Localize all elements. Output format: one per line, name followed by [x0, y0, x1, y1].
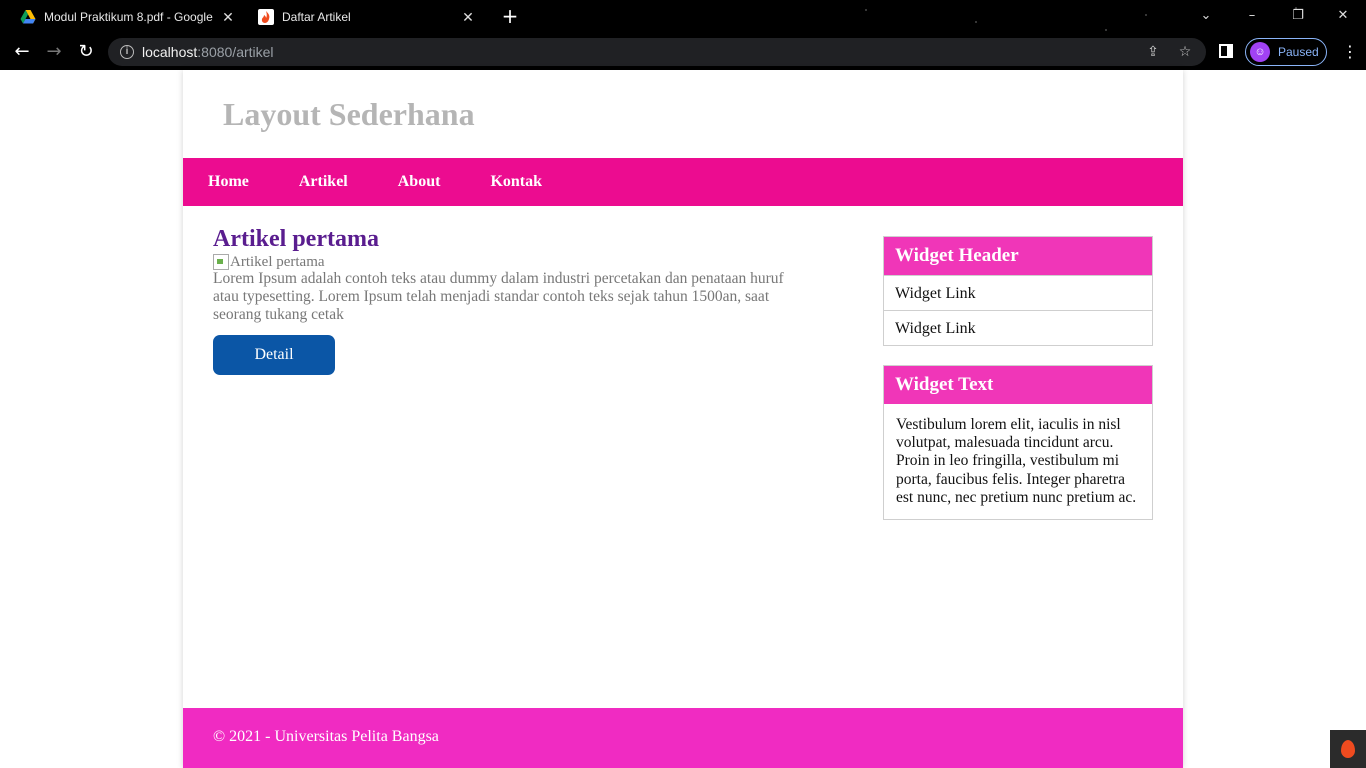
- nav-home[interactable]: Home: [208, 173, 249, 191]
- bookmark-star-icon[interactable]: ☆: [1176, 43, 1194, 61]
- article-title[interactable]: Artikel pertama: [213, 226, 379, 253]
- close-window-button[interactable]: ✕: [1320, 0, 1366, 34]
- address-bar[interactable]: i localhost:8080/artikel ⇪ ☆: [108, 38, 1206, 66]
- taskbar-app-icon[interactable]: [1330, 730, 1366, 768]
- tab-label: Daftar Artikel: [282, 10, 351, 24]
- tab-label: Modul Praktikum 8.pdf - Google: [44, 10, 213, 24]
- article-body: Lorem Ipsum adalah contoh teks atau dumm…: [213, 270, 784, 323]
- browser-toolbar: ← → ↻ i localhost:8080/artikel ⇪ ☆: [0, 34, 1366, 70]
- chevron-down-icon[interactable]: ⌄: [1183, 0, 1229, 34]
- widget-link[interactable]: Widget Link: [884, 310, 1152, 345]
- browser-tab-strip: Modul Praktikum 8.pdf - Google ✕ Daftar …: [0, 0, 1366, 70]
- tab-modul-praktikum[interactable]: Modul Praktikum 8.pdf - Google ✕: [8, 0, 246, 34]
- back-arrow-icon[interactable]: ←: [8, 38, 36, 66]
- widget-text-body: Vestibulum lorem elit, iaculis in nisl v…: [896, 416, 1137, 506]
- close-tab-icon[interactable]: ✕: [218, 9, 238, 26]
- site-info-icon[interactable]: i: [120, 45, 134, 59]
- profile-status: Paused: [1278, 45, 1319, 59]
- site-container: Layout Sederhana Home Artikel About Kont…: [183, 70, 1183, 768]
- widget-text-box: Widget Text Vestibulum lorem elit, iacul…: [883, 365, 1153, 521]
- page-viewport: Layout Sederhana Home Artikel About Kont…: [0, 70, 1366, 768]
- flame-icon: [1341, 740, 1355, 758]
- restore-button[interactable]: ❐: [1275, 0, 1321, 34]
- minimize-button[interactable]: –: [1229, 0, 1275, 34]
- widget-header-title: Widget Header: [884, 237, 1152, 275]
- widget-header-box: Widget Header Widget Link Widget Link: [883, 236, 1153, 346]
- share-icon[interactable]: ⇪: [1144, 43, 1162, 61]
- main-nav: Home Artikel About Kontak: [183, 158, 1183, 206]
- menu-kebab-icon[interactable]: ⋮: [1340, 38, 1360, 66]
- detail-button[interactable]: Detail: [213, 335, 335, 375]
- nav-kontak[interactable]: Kontak: [490, 173, 542, 191]
- side-panel-icon[interactable]: [1219, 44, 1233, 58]
- new-tab-button[interactable]: +: [498, 4, 522, 28]
- tab-daftar-artikel[interactable]: Daftar Artikel ✕: [246, 0, 486, 34]
- url-path: :8080/artikel: [197, 44, 274, 60]
- site-title: Layout Sederhana: [223, 96, 475, 132]
- reload-icon[interactable]: ↻: [72, 38, 100, 66]
- image-alt-text: Artikel pertama: [230, 253, 325, 270]
- site-header: Layout Sederhana: [183, 70, 1183, 158]
- nav-artikel[interactable]: Artikel: [299, 173, 348, 191]
- widget-link[interactable]: Widget Link: [884, 275, 1152, 310]
- broken-image-icon: [213, 254, 229, 270]
- close-tab-icon[interactable]: ✕: [458, 9, 478, 26]
- profile-button[interactable]: ☺ Paused: [1245, 38, 1327, 66]
- url-host: localhost: [142, 44, 198, 60]
- codeigniter-flame-icon: [258, 9, 274, 25]
- forward-arrow-icon[interactable]: →: [40, 38, 68, 66]
- site-footer: © 2021 - Universitas Pelita Bangsa: [183, 708, 1183, 768]
- article-image: Artikel pertama: [213, 253, 325, 271]
- google-drive-icon: [20, 9, 36, 25]
- widget-text-title: Widget Text: [884, 366, 1152, 404]
- nav-about[interactable]: About: [398, 173, 441, 191]
- avatar: ☺: [1250, 42, 1270, 62]
